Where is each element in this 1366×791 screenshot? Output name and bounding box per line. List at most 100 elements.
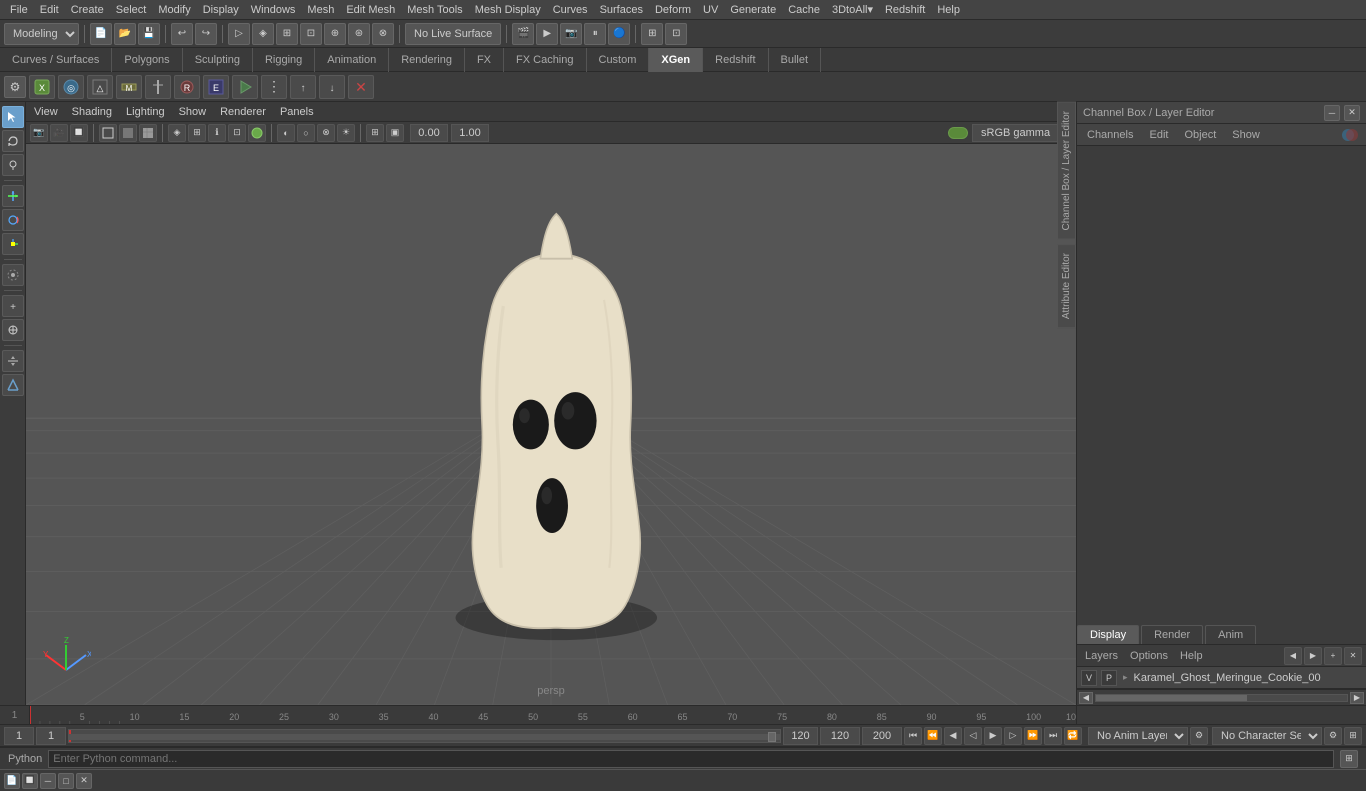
xgen-igroom-btn[interactable]: X — [29, 75, 55, 99]
range-end-input[interactable] — [862, 727, 902, 745]
viewport-menu-shading[interactable]: Shading — [68, 106, 116, 118]
layers-help-menu[interactable]: Help — [1176, 650, 1207, 662]
tab-rigging[interactable]: Rigging — [253, 48, 315, 72]
anim-layer-dropdown[interactable]: No Anim Layer — [1088, 727, 1188, 745]
snap-to-grid-btn[interactable]: ⊞ — [276, 23, 298, 45]
panel-close-btn[interactable]: ✕ — [1344, 105, 1360, 121]
xgen-import-btn[interactable]: ↑ — [290, 75, 316, 99]
rotation-input[interactable] — [410, 124, 448, 142]
cb-channels-menu[interactable]: Channels — [1083, 129, 1137, 141]
panel-minimize-btn[interactable]: ─ — [1324, 105, 1340, 121]
menu-modify[interactable]: Modify — [152, 0, 196, 20]
xgen-preview-btn[interactable] — [232, 75, 258, 99]
render-current-btn[interactable]: ▶ — [536, 23, 558, 45]
layer-new-btn[interactable]: + — [1324, 647, 1342, 665]
menu-mesh-tools[interactable]: Mesh Tools — [401, 0, 468, 20]
lr-tab-anim[interactable]: Anim — [1205, 625, 1256, 644]
window-close-btn[interactable]: ✕ — [76, 773, 92, 789]
scale-tool-btn[interactable] — [2, 233, 24, 255]
save-scene-btn[interactable]: 💾 — [138, 23, 160, 45]
live-surface-btn[interactable]: No Live Surface — [405, 23, 501, 45]
tab-animation[interactable]: Animation — [315, 48, 389, 72]
tab-rendering[interactable]: Rendering — [389, 48, 465, 72]
show-manipulator-btn[interactable]: + — [2, 295, 24, 317]
layers-layers-menu[interactable]: Layers — [1081, 650, 1122, 662]
window-restore-btn[interactable]: 🔲 — [22, 773, 38, 789]
window-maximize-btn[interactable]: □ — [58, 773, 74, 789]
snap-to-curve-btn[interactable]: ⊡ — [300, 23, 322, 45]
xgen-expression-btn[interactable]: E — [203, 75, 229, 99]
layer-next-btn[interactable]: ▶ — [1304, 647, 1322, 665]
ssao-btn[interactable]: ◐ — [277, 124, 295, 142]
menu-help[interactable]: Help — [931, 0, 966, 20]
xgen-delete-btn[interactable]: ✕ — [348, 75, 374, 99]
tab-bullet[interactable]: Bullet — [769, 48, 822, 72]
xgen-render-btn[interactable]: R — [174, 75, 200, 99]
paint-select-btn[interactable] — [2, 154, 24, 176]
hdr-btn[interactable]: ☀ — [337, 124, 355, 142]
menu-edit-mesh[interactable]: Edit Mesh — [340, 0, 401, 20]
xgen-tools-btn[interactable]: ⋮ — [261, 75, 287, 99]
select-by-component-btn[interactable]: ◈ — [252, 23, 274, 45]
pause-render-btn[interactable]: ⏸ — [584, 23, 606, 45]
attribute-editor-side-tab[interactable]: Attribute Editor — [1057, 244, 1076, 328]
window-minimize-btn[interactable]: ─ — [40, 773, 56, 789]
dof-btn[interactable]: ○ — [297, 124, 315, 142]
menu-select[interactable]: Select — [110, 0, 153, 20]
timeline-track[interactable]: 5 10 15 20 25 30 35 40 45 50 55 60 65 70… — [30, 706, 1076, 724]
snap-to-surface-btn[interactable]: ⊗ — [372, 23, 394, 45]
colorspace-toggle[interactable] — [948, 127, 968, 139]
move-tool-btn[interactable] — [2, 185, 24, 207]
python-label[interactable]: Python — [8, 753, 42, 765]
tab-custom[interactable]: Custom — [587, 48, 650, 72]
xgen-export-btn[interactable]: ↓ — [319, 75, 345, 99]
jump-end-btn[interactable]: ⏭ — [1044, 727, 1062, 745]
play-fwd-btn[interactable]: ▶ — [984, 727, 1002, 745]
menu-3dtoall[interactable]: 3DtoAll▾ — [826, 0, 879, 20]
viewport-menu-renderer[interactable]: Renderer — [216, 106, 270, 118]
layer-prev-btn[interactable]: ◀ — [1284, 647, 1302, 665]
current-frame-input[interactable] — [36, 727, 66, 745]
xgen-settings-btn[interactable]: ⚙ — [4, 76, 26, 98]
char-set-settings-btn[interactable]: ⚙ — [1324, 727, 1342, 745]
snap-align-btn[interactable] — [2, 350, 24, 372]
xgen-primitive-btn[interactable]: △ — [87, 75, 113, 99]
ipr-btn[interactable]: 📷 — [560, 23, 582, 45]
open-scene-btn[interactable]: 📂 — [114, 23, 136, 45]
tab-sculpting[interactable]: Sculpting — [183, 48, 253, 72]
rotate-tool-btn[interactable] — [2, 209, 24, 231]
zoom-input[interactable] — [451, 124, 489, 142]
menu-uv[interactable]: UV — [697, 0, 724, 20]
layer-delete-btn[interactable]: ✕ — [1344, 647, 1362, 665]
menu-generate[interactable]: Generate — [724, 0, 782, 20]
viewport-menu-panels[interactable]: Panels — [276, 106, 318, 118]
menu-windows[interactable]: Windows — [245, 0, 302, 20]
shaded-btn[interactable] — [119, 124, 137, 142]
play-back-btn[interactable]: ◁ — [964, 727, 982, 745]
layer-scroll-left[interactable]: ◀ — [1079, 692, 1093, 704]
timeline-slider[interactable] — [68, 729, 781, 743]
aa-btn[interactable] — [248, 124, 266, 142]
step-fwd-btn[interactable]: ⏩ — [1024, 727, 1042, 745]
layer-visibility-btn[interactable]: V — [1081, 670, 1097, 686]
viewport-menu-show[interactable]: Show — [175, 106, 211, 118]
channel-box-side-tab[interactable]: Channel Box / Layer Editor — [1057, 102, 1076, 240]
char-set-extra-btn[interactable]: ⊞ — [1344, 727, 1362, 745]
hotbox-btn[interactable]: ⊡ — [665, 23, 687, 45]
end-frame-input[interactable] — [783, 727, 818, 745]
camera-gate-btn[interactable]: ⊞ — [366, 124, 384, 142]
cb-object-menu[interactable]: Object — [1180, 129, 1220, 141]
camera-settings-btn[interactable]: 📷 — [30, 124, 48, 142]
script-editor-btn[interactable]: ⊞ — [1340, 750, 1358, 768]
snap-to-point-btn[interactable]: ⊕ — [324, 23, 346, 45]
workspace-dropdown[interactable]: Modeling — [4, 23, 79, 45]
viewport-menu-view[interactable]: View — [30, 106, 62, 118]
next-frame-btn[interactable]: ▷ — [1004, 727, 1022, 745]
ui-customize-btn[interactable]: ⊞ — [641, 23, 663, 45]
redo-btn[interactable]: ↪ — [195, 23, 217, 45]
xgen-modifier-btn[interactable]: M — [116, 75, 142, 99]
select-tool-btn[interactable] — [2, 106, 24, 128]
lasso-select-btn[interactable] — [2, 130, 24, 152]
menu-edit[interactable]: Edit — [34, 0, 65, 20]
char-set-dropdown[interactable]: No Character Set — [1212, 727, 1322, 745]
